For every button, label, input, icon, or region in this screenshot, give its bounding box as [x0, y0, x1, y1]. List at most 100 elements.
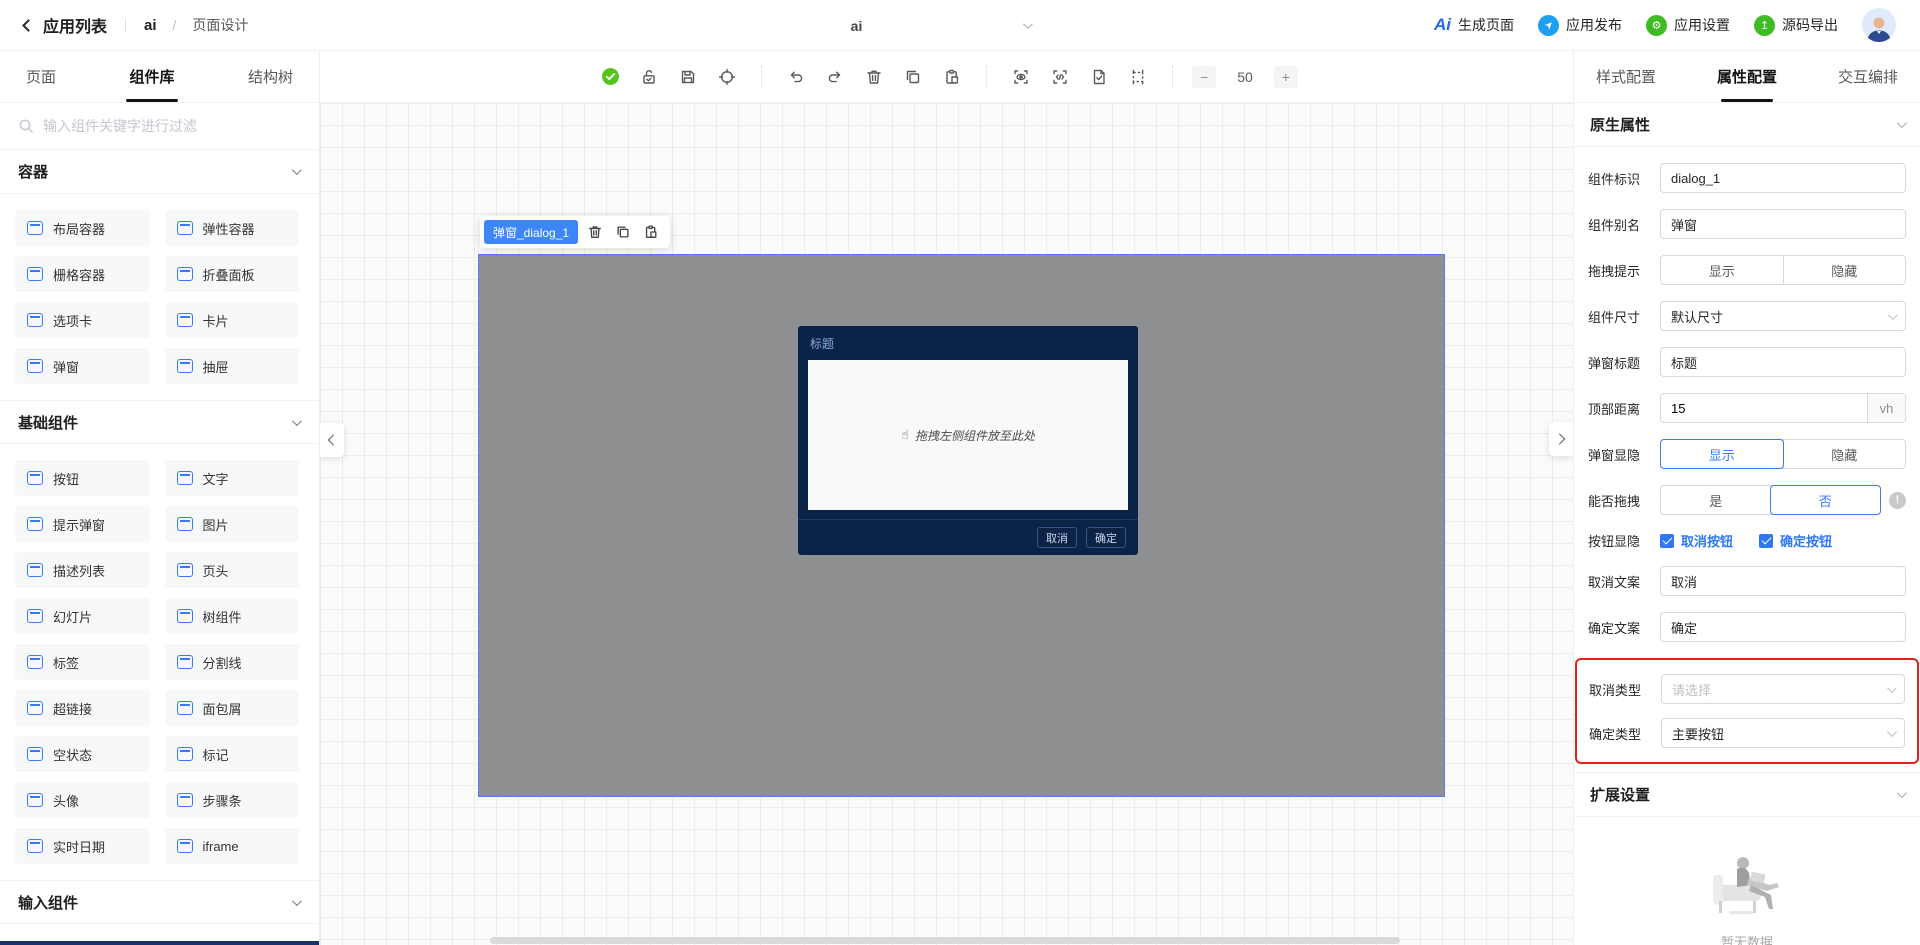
app-settings-button[interactable]: ⚙ 应用设置	[1646, 14, 1730, 36]
component-id-input[interactable]	[1660, 163, 1906, 193]
info-icon[interactable]: !	[1889, 491, 1906, 509]
panel-tabs: 样式配置 属性配置 交互编排	[1574, 51, 1920, 103]
component-live-date[interactable]: 实时日期	[15, 828, 150, 864]
redo-icon[interactable]	[820, 62, 850, 92]
component-dialog[interactable]: 弹窗	[15, 348, 150, 384]
draggable-yes-option[interactable]: 是	[1661, 486, 1771, 514]
tree-icon	[176, 609, 193, 623]
source-code-icon[interactable]	[1045, 62, 1075, 92]
tab-structure-tree[interactable]: 结构树	[248, 51, 293, 102]
crosshair-icon[interactable]	[712, 62, 742, 92]
component-hyperlink[interactable]: 超链接	[15, 690, 150, 726]
paste-icon[interactable]	[937, 62, 967, 92]
drag-hint-show-option[interactable]: 显示	[1661, 256, 1783, 284]
export-source-button[interactable]: ↥ 源码导出	[1754, 14, 1838, 36]
cancel-text-input[interactable]	[1660, 566, 1906, 596]
grid-container-icon	[27, 267, 43, 281]
section-input-components[interactable]: 输入组件	[0, 880, 319, 924]
component-tree[interactable]: 树组件	[164, 598, 299, 634]
cancel-button-checkbox[interactable]: 取消按钮	[1660, 531, 1733, 550]
component-message-dialog[interactable]: 提示弹窗	[15, 506, 150, 542]
drag-hint-hide-option[interactable]: 隐藏	[1782, 256, 1906, 284]
component-page-header[interactable]: 页头	[164, 552, 299, 588]
component-button[interactable]: 按钮	[15, 460, 150, 496]
confirm-type-select[interactable]: 主要按钮	[1661, 718, 1905, 748]
cancel-type-select[interactable]: 请选择	[1661, 674, 1905, 704]
collapse-right-panel-button[interactable]	[1549, 422, 1573, 456]
component-description-list[interactable]: 描述列表	[15, 552, 150, 588]
publish-app-button[interactable]: ➤ 应用发布	[1538, 14, 1622, 36]
paste-icon[interactable]	[640, 221, 662, 243]
field-top-distance: 顶部距离 vh	[1588, 393, 1906, 423]
component-steps[interactable]: 步骤条	[164, 782, 299, 818]
publish-icon: ➤	[1538, 14, 1559, 36]
canvas-workarea[interactable]: 弹窗_dialog_1 标题 ☝ 拖拽左侧组件放至此处 取消 确定	[320, 103, 1573, 945]
tab-interaction-config[interactable]: 交互编排	[1838, 51, 1898, 102]
component-carousel[interactable]: 幻灯片	[15, 598, 150, 634]
component-divider[interactable]: 分割线	[164, 644, 299, 680]
dialog-confirm-button[interactable]: 确定	[1086, 527, 1126, 548]
tab-component-library[interactable]: 组件库	[129, 51, 174, 102]
page-check-icon[interactable]	[1084, 62, 1114, 92]
dialog-title-input[interactable]	[1660, 347, 1906, 377]
component-image[interactable]: 图片	[164, 506, 299, 542]
unlock-check-icon[interactable]	[634, 62, 664, 92]
component-layout-container[interactable]: 布局容器	[15, 210, 150, 246]
component-tabs[interactable]: 选项卡	[15, 302, 150, 338]
chevron-down-icon	[291, 895, 302, 906]
button-visibility-checkboxes: 取消按钮 确定按钮	[1660, 531, 1832, 550]
component-tag[interactable]: 标签	[15, 644, 150, 680]
selected-component-chip[interactable]: 弹窗_dialog_1	[484, 220, 579, 244]
copy-icon[interactable]	[612, 221, 634, 243]
zoom-out-button[interactable]: −	[1192, 65, 1217, 88]
status-check-icon[interactable]	[595, 62, 625, 92]
tab-pages[interactable]: 页面	[26, 51, 56, 102]
component-badge[interactable]: 标记	[164, 736, 299, 772]
component-collapse-panel[interactable]: 折叠面板	[164, 256, 299, 292]
component-flex-container[interactable]: 弹性容器	[164, 210, 299, 246]
section-extended-settings[interactable]: 扩展设置	[1574, 773, 1920, 817]
undo-icon[interactable]	[781, 62, 811, 92]
user-avatar[interactable]	[1862, 8, 1896, 42]
save-icon[interactable]	[673, 62, 703, 92]
page-select-dropdown[interactable]: ai	[690, 0, 1033, 51]
generate-page-button[interactable]: Ai 生成页面	[1434, 15, 1514, 35]
component-empty-state[interactable]: 空状态	[15, 736, 150, 772]
component-size-select[interactable]: 默认尺寸	[1660, 301, 1906, 331]
search-input[interactable]	[43, 118, 301, 134]
zoom-in-button[interactable]: +	[1273, 65, 1298, 88]
visibility-hide-option[interactable]: 隐藏	[1782, 440, 1906, 468]
visibility-show-option[interactable]: 显示	[1660, 439, 1784, 469]
draggable-no-option[interactable]: 否	[1769, 485, 1881, 515]
horizontal-scrollbar[interactable]	[490, 937, 1400, 944]
section-native-properties[interactable]: 原生属性	[1574, 103, 1920, 147]
copy-icon[interactable]	[898, 62, 928, 92]
top-bar: 应用列表 ai / 页面设计 ai Ai 生成页面 ➤ 应用发布 ⚙ 应用设置	[0, 0, 1920, 51]
component-card[interactable]: 卡片	[164, 302, 299, 338]
component-iframe[interactable]: iframe	[164, 828, 299, 864]
confirm-text-input[interactable]	[1660, 612, 1906, 642]
component-alias-input[interactable]	[1660, 209, 1906, 239]
component-grid-container[interactable]: 栅格容器	[15, 256, 150, 292]
back-chevron-icon[interactable]	[22, 18, 35, 32]
dialog-drop-zone[interactable]: ☝ 拖拽左侧组件放至此处	[808, 360, 1128, 510]
back-to-app-list-link[interactable]: 应用列表	[43, 13, 107, 37]
artboard-icon[interactable]	[1123, 62, 1153, 92]
delete-icon[interactable]	[584, 221, 606, 243]
component-drawer[interactable]: 抽屉	[164, 348, 299, 384]
component-avatar[interactable]: 头像	[15, 782, 150, 818]
section-containers[interactable]: 容器	[0, 150, 319, 194]
confirm-button-checkbox[interactable]: 确定按钮	[1759, 531, 1832, 550]
top-distance-input[interactable]	[1661, 394, 1867, 422]
tab-property-config[interactable]: 属性配置	[1717, 51, 1777, 102]
tab-style-config[interactable]: 样式配置	[1596, 51, 1656, 102]
dialog-overlay-artboard[interactable]: 标题 ☝ 拖拽左侧组件放至此处 取消 确定	[478, 254, 1445, 797]
dialog-cancel-button[interactable]: 取消	[1037, 527, 1077, 548]
delete-icon[interactable]	[859, 62, 889, 92]
dialog-preview[interactable]: 标题 ☝ 拖拽左侧组件放至此处 取消 确定	[798, 326, 1138, 555]
preview-icon[interactable]	[1006, 62, 1036, 92]
section-basic-components[interactable]: 基础组件	[0, 400, 319, 444]
component-breadcrumb[interactable]: 面包屑	[164, 690, 299, 726]
component-text[interactable]: 文字	[164, 460, 299, 496]
collapse-left-panel-button[interactable]	[320, 423, 344, 457]
